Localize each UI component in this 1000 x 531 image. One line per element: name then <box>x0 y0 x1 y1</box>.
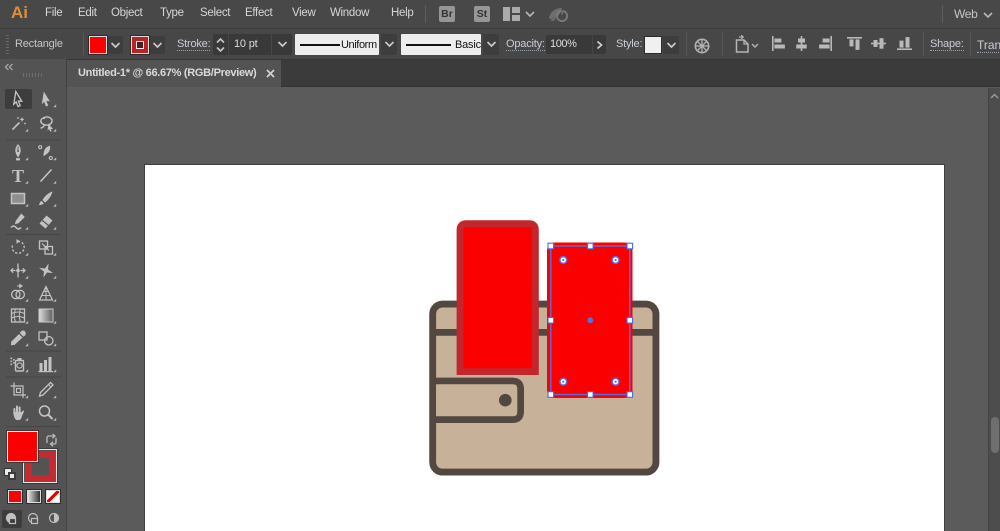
svg-text:T: T <box>12 166 24 186</box>
